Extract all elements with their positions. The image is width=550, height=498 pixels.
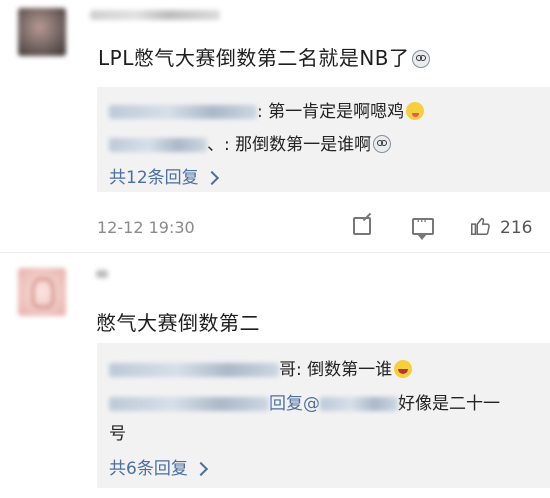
like-icon[interactable] — [469, 215, 491, 237]
tongue-face-icon — [406, 102, 425, 120]
share-icon[interactable] — [353, 217, 371, 235]
reply-item[interactable]: : 第一肯定是啊嗯鸡 — [109, 97, 425, 122]
timestamp: 12-12 19:30 — [97, 218, 195, 237]
avatar[interactable] — [18, 268, 66, 316]
username-blurred[interactable] — [96, 270, 108, 278]
more-replies-label: 共6条回复 — [109, 459, 188, 479]
more-replies-label: 共12条回复 — [109, 168, 199, 188]
chevron-right-icon — [204, 170, 219, 186]
reply-panel: 哥: 倒数第一谁 回复@ 好像是二十一号 共6条回复 — [97, 343, 550, 488]
chevron-right-icon — [193, 461, 208, 477]
reply-text: : 第一肯定是啊嗯鸡 — [257, 102, 405, 122]
mention-username-blurred[interactable] — [320, 397, 398, 411]
reply-text: 、: 那倒数第一是谁啊 — [207, 135, 372, 155]
more-replies-link[interactable]: 共12条回复 — [109, 163, 219, 188]
reply-item[interactable]: 、: 那倒数第一是谁啊 — [109, 130, 392, 155]
like-count: 216 — [500, 218, 533, 238]
dizzy-face-icon — [373, 135, 392, 153]
reply-username-blurred[interactable] — [109, 105, 257, 119]
username-blurred[interactable] — [90, 10, 220, 20]
reply-item[interactable]: 回复@ 好像是二十一号 — [109, 389, 529, 449]
divider — [0, 252, 550, 253]
more-replies-link[interactable]: 共6条回复 — [109, 454, 208, 479]
reply-text-continued: 号 — [109, 424, 126, 444]
comment-text: 憋气大赛倒数第二 — [96, 311, 260, 335]
laughing-face-icon — [394, 360, 413, 378]
reply-text: 哥: 倒数第一谁 — [279, 360, 393, 380]
comment-icon[interactable] — [412, 214, 434, 240]
avatar[interactable] — [18, 8, 66, 56]
reply-username-blurred[interactable] — [109, 138, 207, 152]
reply-mention-prefix[interactable]: 回复@ — [269, 394, 320, 414]
reply-panel: : 第一肯定是啊嗯鸡 、: 那倒数第一是谁啊 共12条回复 — [97, 87, 550, 192]
reply-text: 好像是二十一 — [398, 394, 500, 414]
reply-item[interactable]: 哥: 倒数第一谁 — [109, 355, 413, 380]
comment-text: LPL憋气大赛倒数第二名就是NB了 — [98, 42, 430, 71]
reply-username-blurred[interactable] — [109, 397, 269, 411]
dizzy-face-icon — [411, 50, 430, 68]
comment-body: LPL憋气大赛倒数第二名就是NB了 — [98, 46, 410, 70]
reply-username-blurred[interactable] — [109, 363, 279, 377]
